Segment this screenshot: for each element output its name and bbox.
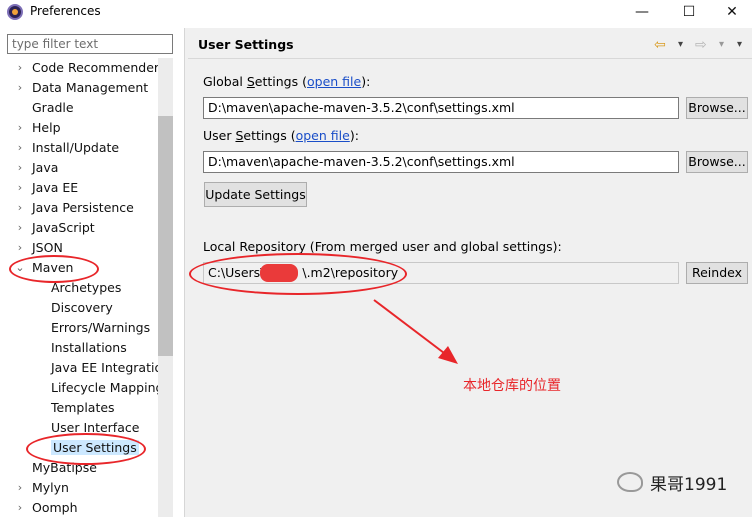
tree-item-label: Data Management xyxy=(32,80,149,95)
tree-item[interactable]: › Java Persistence xyxy=(18,198,134,218)
tree-item-label: Gradle xyxy=(32,100,74,115)
reindex-button[interactable]: Reindex xyxy=(686,262,748,284)
tree-item-label: Java EE xyxy=(32,180,79,195)
chevron-right-icon[interactable]: › xyxy=(14,498,26,517)
tree-item[interactable]: Errors/Warnings xyxy=(51,318,150,338)
tree-item[interactable]: › JavaScript xyxy=(18,218,95,238)
tree-item[interactable]: Templates xyxy=(51,398,115,418)
chevron-right-icon[interactable]: › xyxy=(14,118,26,138)
chevron-right-icon[interactable]: › xyxy=(14,218,26,238)
global-settings-label: Global Settings (open file): xyxy=(203,74,371,89)
chevron-right-icon[interactable]: › xyxy=(14,198,26,218)
page-title: User Settings xyxy=(198,37,294,52)
eclipse-app-icon xyxy=(7,4,23,20)
tree-item-label: Help xyxy=(32,120,61,135)
chevron-right-icon[interactable]: › xyxy=(14,158,26,178)
chevron-right-icon[interactable]: › xyxy=(14,58,26,78)
window-title: Preferences xyxy=(30,4,101,18)
forward-menu-chevron-icon[interactable]: ▾ xyxy=(719,36,724,54)
tree-item[interactable]: › Java xyxy=(18,158,59,178)
tree-item[interactable]: › Code Recommenders xyxy=(18,58,158,78)
tree-item-label: Discovery xyxy=(51,300,113,315)
tree-item-label: Java EE Integration xyxy=(51,360,158,375)
global-open-file-link[interactable]: open file xyxy=(307,74,361,89)
user-settings-label: User Settings (open file): xyxy=(203,128,359,143)
tree-item[interactable]: › Install/Update xyxy=(18,138,120,158)
annotation-ellipse-user-settings xyxy=(26,433,146,465)
annotation-ellipse-repository xyxy=(189,253,407,295)
tree-item-label: Mylyn xyxy=(32,480,69,495)
annotation-ellipse-maven xyxy=(9,255,99,283)
back-menu-chevron-icon[interactable]: ▾ xyxy=(678,36,683,54)
forward-arrow-icon[interactable]: ⇨ xyxy=(695,36,707,54)
chevron-right-icon[interactable]: › xyxy=(14,238,26,258)
local-repository-label: Local Repository (From merged user and g… xyxy=(203,239,562,254)
tree-item-label: Oomph xyxy=(32,500,78,515)
tree-scrollbar-thumb[interactable] xyxy=(158,116,173,356)
tree-item[interactable]: › Data Management xyxy=(18,78,149,98)
chevron-right-icon[interactable]: › xyxy=(14,138,26,158)
back-arrow-icon[interactable]: ⇦ xyxy=(654,36,666,54)
chevron-right-icon[interactable]: › xyxy=(14,478,26,498)
user-settings-field[interactable]: D:\maven\apache-maven-3.5.2\conf\setting… xyxy=(203,151,679,173)
tree-item[interactable]: › Oomph xyxy=(18,498,78,517)
chevron-right-icon[interactable]: › xyxy=(14,78,26,98)
tree-item-label: Installations xyxy=(51,340,127,355)
tree-item[interactable]: › Help xyxy=(18,118,61,138)
minimize-button[interactable]: — xyxy=(619,0,665,24)
annotation-arrow-icon xyxy=(373,299,458,364)
tree-item-label: Errors/Warnings xyxy=(51,320,151,335)
tree-item-label: Install/Update xyxy=(32,140,120,155)
tree-item[interactable]: › Java EE xyxy=(18,178,79,198)
global-browse-button[interactable]: Browse... xyxy=(686,97,748,119)
tree-item[interactable]: Java EE Integration xyxy=(51,358,158,378)
watermark-text: 果哥1991 xyxy=(650,475,728,495)
tree-item[interactable]: Installations xyxy=(51,338,127,358)
tree-item[interactable]: Gradle xyxy=(32,98,74,118)
wechat-logo-icon xyxy=(617,472,643,492)
close-button[interactable]: ✕ xyxy=(709,0,752,24)
tree-item[interactable]: Lifecycle Mapping xyxy=(51,378,158,398)
title-separator xyxy=(188,58,752,59)
tree-item-label: Code Recommenders xyxy=(32,60,158,75)
user-open-file-link[interactable]: open file xyxy=(296,128,350,143)
chevron-right-icon[interactable]: › xyxy=(14,178,26,198)
tree-item-label: JSON xyxy=(32,240,63,255)
tree-item[interactable]: › Mylyn xyxy=(18,478,69,498)
annotation-note: 本地仓库的位置 xyxy=(463,378,561,394)
tree-item[interactable]: Discovery xyxy=(51,298,113,318)
preferences-window: Preferences — ☐ ✕ ›Code Recommenders›Dat… xyxy=(0,0,752,517)
tree-item-label: Templates xyxy=(51,400,115,415)
view-menu-chevron-icon[interactable]: ▾ xyxy=(737,36,742,54)
tree-item-label: JavaScript xyxy=(32,220,95,235)
filter-input[interactable] xyxy=(7,34,173,54)
chevron-right-icon[interactable] xyxy=(14,98,26,118)
tree-item-label: Lifecycle Mapping xyxy=(51,380,158,395)
tree-item-label: Java Persistence xyxy=(32,200,134,215)
user-browse-button[interactable]: Browse... xyxy=(686,151,748,173)
tree-item-label: Java xyxy=(32,160,59,175)
global-settings-field[interactable]: D:\maven\apache-maven-3.5.2\conf\setting… xyxy=(203,97,679,119)
maximize-button[interactable]: ☐ xyxy=(666,0,712,24)
title-bar: Preferences — ☐ ✕ xyxy=(0,0,752,24)
update-settings-button[interactable]: Update Settings xyxy=(204,182,307,207)
chevron-right-icon[interactable] xyxy=(14,458,26,478)
